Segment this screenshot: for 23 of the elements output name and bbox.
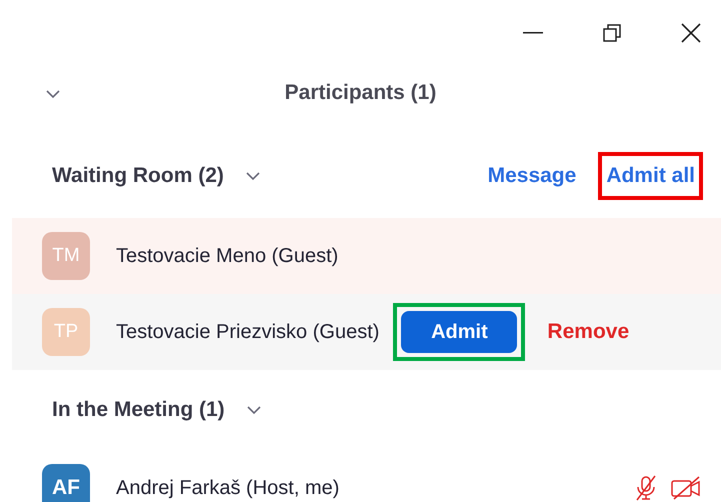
action-link[interactable]: Admit all	[606, 164, 695, 188]
participant-name: Andrej Farkaš (Host, me)	[116, 476, 340, 501]
close-icon[interactable]	[681, 23, 701, 43]
action-link[interactable]: Message	[488, 160, 576, 192]
participant-row[interactable]: TP Testovacie Priezvisko (Guest) Admit Remove	[12, 294, 721, 370]
muted-microphone-icon[interactable]	[635, 475, 657, 501]
avatar: AF	[42, 464, 90, 502]
section-title: Waiting Room (2)	[52, 163, 224, 190]
section-title: In the Meeting (1)	[52, 397, 225, 424]
restore-icon[interactable]	[603, 24, 621, 42]
collapse-icon[interactable]	[46, 90, 60, 99]
panel-title: Participants (1)	[284, 80, 436, 106]
video-off-icon[interactable]	[671, 476, 701, 500]
chevron-icon[interactable]	[246, 172, 260, 180]
participant-name: Testovacie Priezvisko (Guest)	[116, 320, 380, 345]
avatar: TP	[42, 308, 90, 356]
remove-button[interactable]: Remove	[547, 316, 630, 348]
minimize-icon[interactable]	[523, 32, 543, 34]
avatar: TM	[42, 232, 90, 280]
participant-row[interactable]: TM Testovacie Meno (Guest)	[12, 218, 721, 294]
participant-name: Testovacie Meno (Guest)	[116, 244, 338, 269]
chevron-icon[interactable]	[246, 406, 261, 414]
admit-button[interactable]: Admit	[401, 311, 518, 353]
